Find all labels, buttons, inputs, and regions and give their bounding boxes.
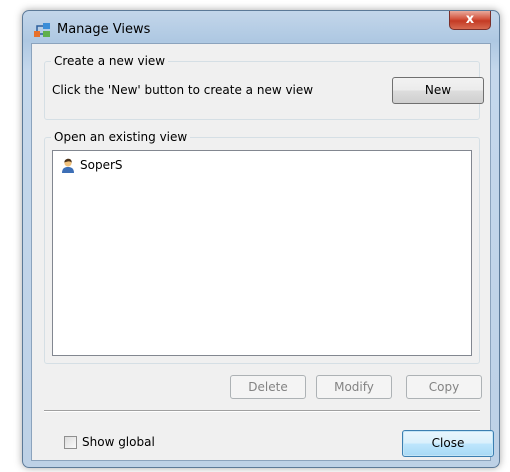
delete-button[interactable]: Delete xyxy=(230,375,306,399)
window-title: Manage Views xyxy=(57,22,151,37)
manage-views-app-icon xyxy=(34,23,50,37)
show-global-label[interactable]: Show global xyxy=(82,435,155,449)
show-global-checkbox[interactable] xyxy=(64,436,77,449)
footer-separator xyxy=(44,410,480,412)
close-window-button[interactable]: x xyxy=(449,11,491,30)
list-item-label: SoperS xyxy=(80,158,123,172)
create-view-instruction: Click the 'New' button to create a new v… xyxy=(52,83,314,97)
modify-button[interactable]: Modify xyxy=(316,375,392,399)
open-existing-view-legend: Open an existing view xyxy=(54,130,188,144)
manage-views-window: Manage Views x Create a new view Click t… xyxy=(22,10,500,468)
title-bar[interactable]: Manage Views x xyxy=(23,11,499,43)
dialog-client-area: Create a new view Click the 'New' button… xyxy=(31,43,494,461)
views-listbox[interactable]: SoperS xyxy=(52,150,472,356)
new-button[interactable]: New xyxy=(392,77,484,104)
close-button[interactable]: Close xyxy=(402,430,494,457)
close-icon: x xyxy=(465,12,475,27)
copy-button[interactable]: Copy xyxy=(406,375,482,399)
list-item[interactable]: SoperS xyxy=(60,156,123,174)
user-icon xyxy=(62,158,74,173)
create-new-view-legend: Create a new view xyxy=(54,54,166,68)
